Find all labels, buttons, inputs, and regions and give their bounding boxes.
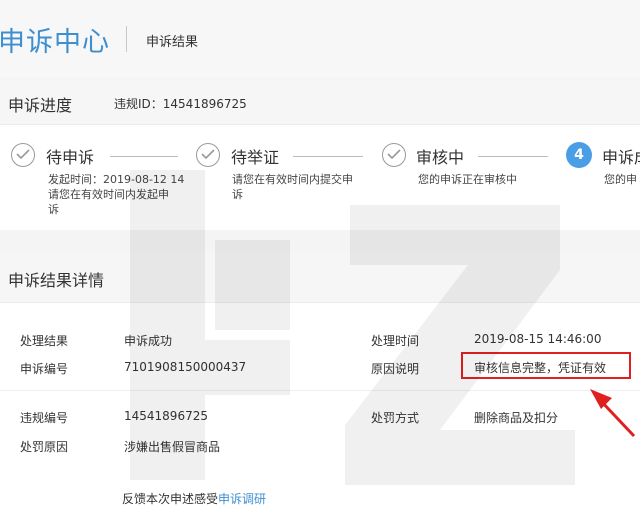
step-2-description: 请您在有效时间内提交申 诉 [232,172,372,202]
step-2-desc-line-1: 请您在有效时间内提交申 [232,173,353,186]
survey-link[interactable]: 申诉调研 [218,492,266,506]
step-1-desc-line-1: 发起时间：2019-08-12 14 [48,173,185,186]
penalty-reason-label: 处罚原因 [20,440,69,454]
progress-header: 申诉进度 违规ID：14541896725 [0,80,640,125]
step-2-connector [293,156,363,157]
feedback-line: 反馈本次申述感受申诉调研 [122,490,266,507]
process-time-label: 处理时间 [371,334,420,348]
details-divider [0,390,640,391]
penalty-reason-value: 涉嫌出售假冒商品 [124,440,221,454]
step-1-desc-line-2: 请您在有效时间内发起申 [48,188,169,201]
violation-number-value: 14541896725 [124,409,208,423]
app-title: 申诉中心 [0,27,110,58]
step-3-connector [478,156,548,157]
step-2-check-icon [196,143,220,167]
step-2-desc-line-2: 诉 [232,188,243,201]
step-3-label: 审核中 [416,148,465,167]
reason-label: 原因说明 [371,362,420,376]
header-divider [126,26,127,52]
violation-number-label: 违规编号 [20,411,69,425]
step-3-desc-line-1: 您的申诉正在审核中 [418,173,517,186]
progress-panel: 申诉进度 违规ID：14541896725 待申诉 发起时间：2019-08-1… [0,80,640,230]
details-title: 申诉结果详情 [8,271,105,290]
step-4-label: 申诉成 [602,148,640,167]
step-1-connector [110,156,178,157]
progress-title: 申诉进度 [8,96,73,115]
step-1-label: 待申诉 [46,148,95,167]
appeal-number-value: 7101908150000437 [124,360,247,374]
step-1-desc-line-3: 诉 [48,203,59,216]
step-3-description: 您的申诉正在审核中 [418,172,558,187]
penalty-method-label: 处罚方式 [371,411,420,425]
details-header: 申诉结果详情 [0,252,640,303]
penalty-method-value: 删除商品及扣分 [474,411,559,425]
step-4-number-icon: 4 [566,142,592,168]
appeal-number-label: 申诉编号 [20,362,69,376]
step-2-label: 待举证 [231,148,280,167]
step-1-check-icon [11,143,35,167]
step-4-desc-line-1: 您的申 [604,173,637,186]
result-details-panel: 申诉结果详情 处理结果 申诉成功 申诉编号 7101908150000437 处… [0,252,640,529]
process-time-value: 2019-08-15 14:46:00 [474,332,602,346]
reason-highlight-box [461,352,631,379]
step-1-description: 发起时间：2019-08-12 14 请您在有效时间内发起申 诉 [48,172,188,217]
page-header: 申诉中心 申诉结果 [0,0,640,78]
page-subtitle: 申诉结果 [146,35,199,50]
result-label: 处理结果 [20,334,69,348]
violation-id: 违规ID：14541896725 [114,97,247,111]
feedback-text: 反馈本次申述感受 [122,492,219,506]
step-3-check-icon [382,143,406,167]
step-4-description: 您的申 [604,172,640,187]
result-value: 申诉成功 [124,334,173,348]
